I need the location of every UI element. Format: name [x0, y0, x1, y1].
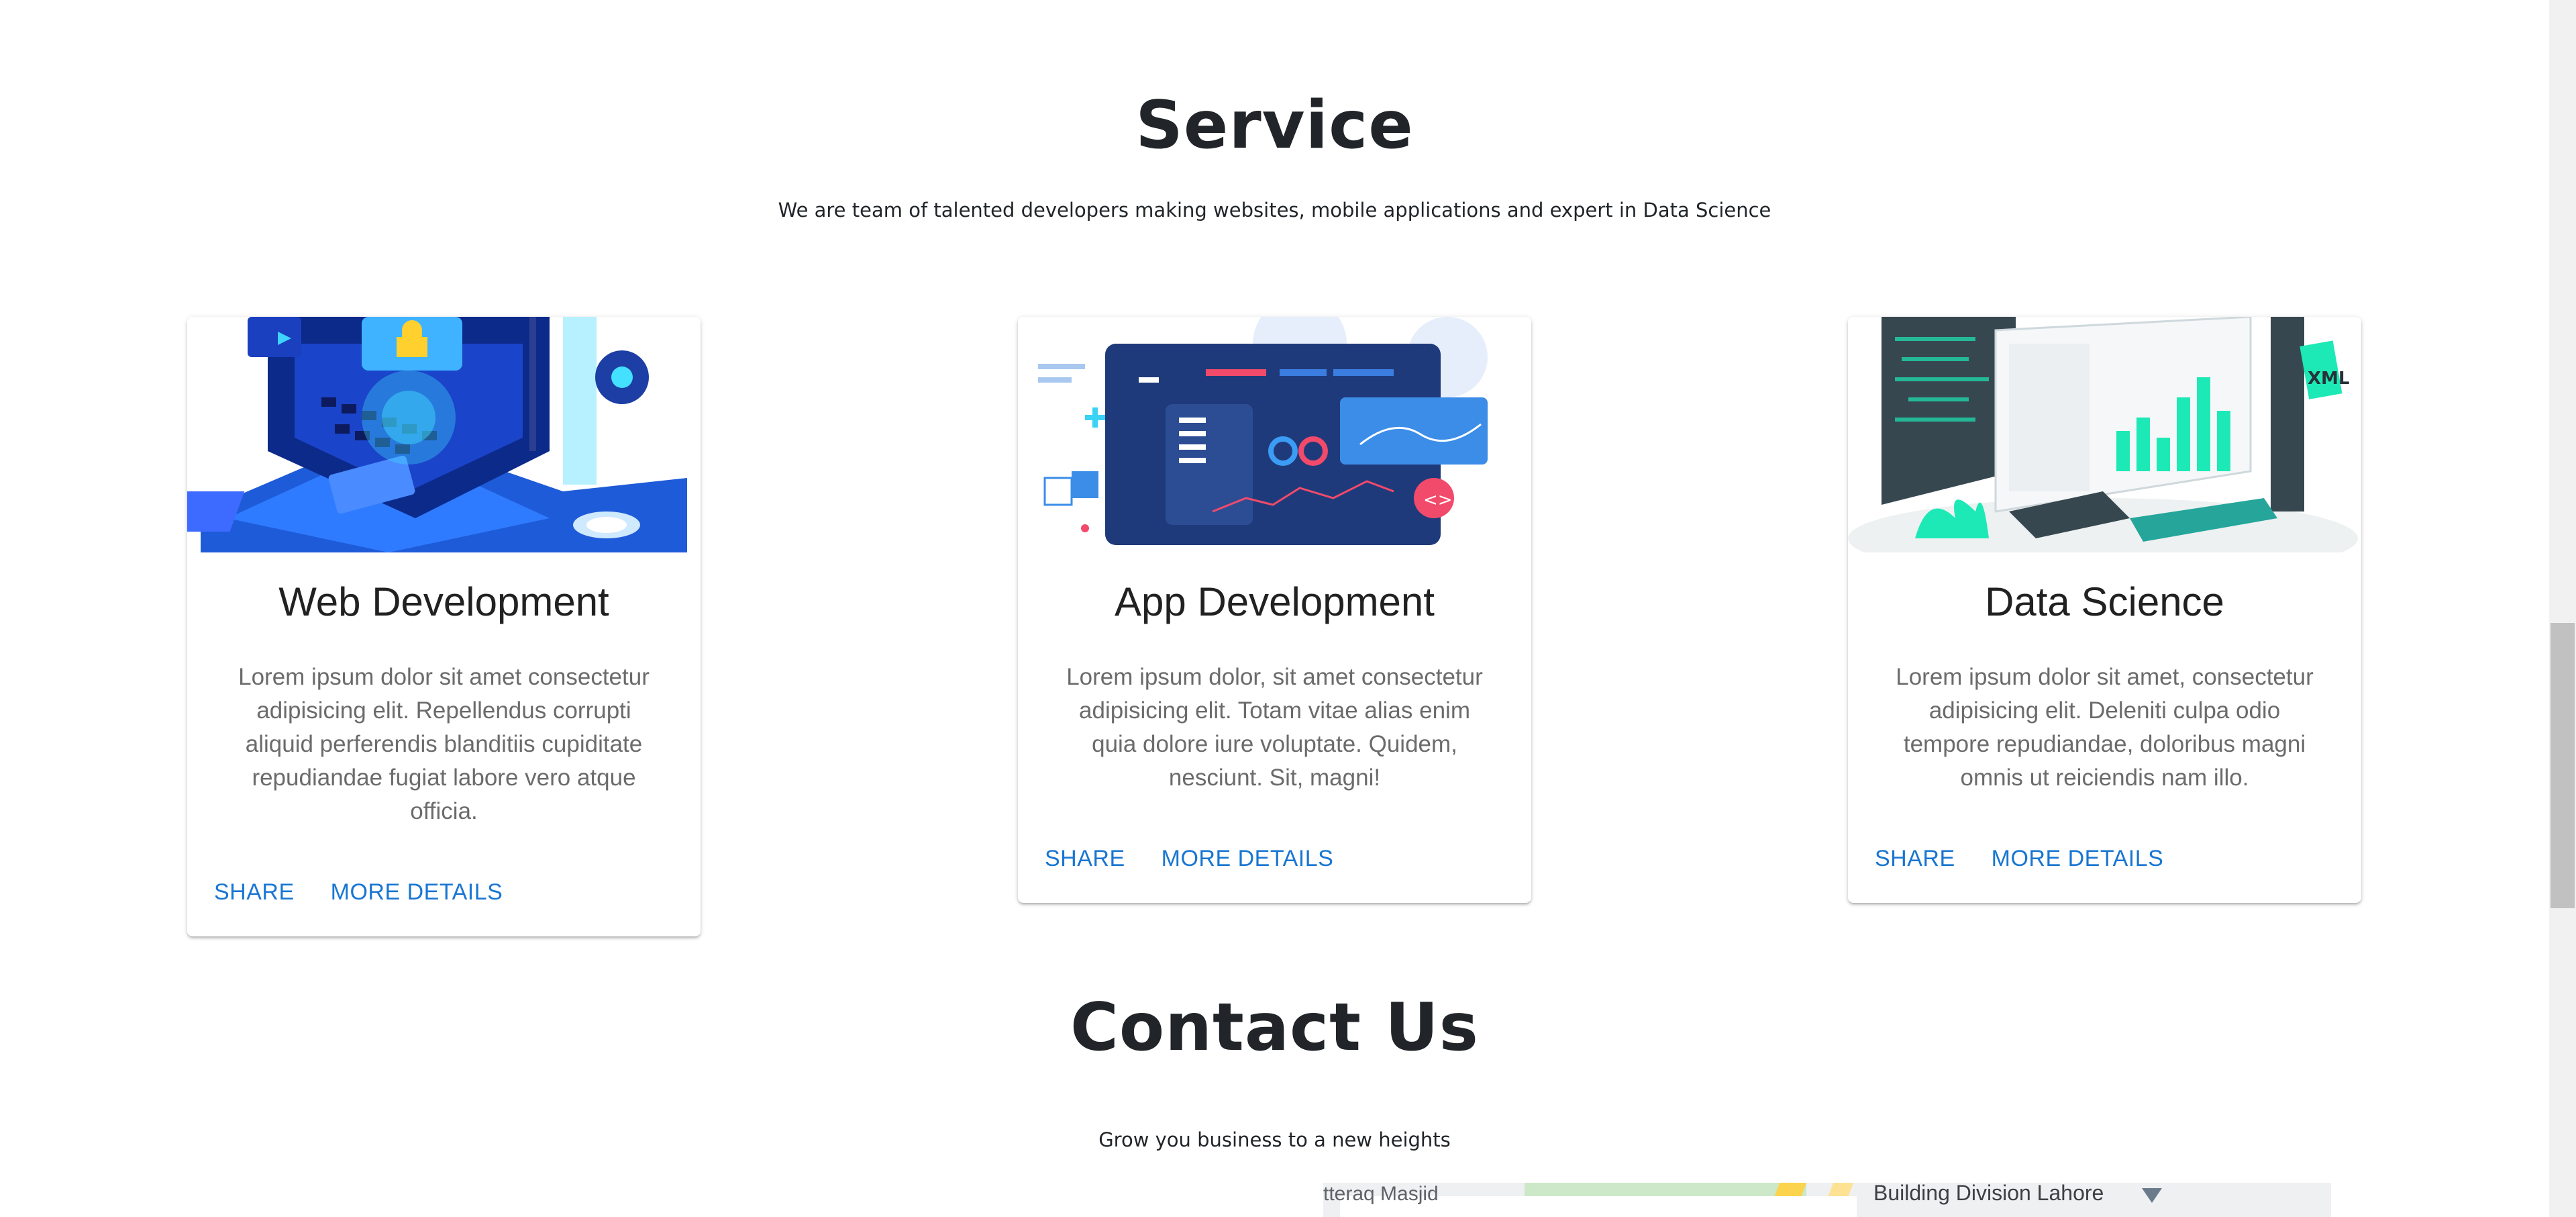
service-subtitle: We are team of talented developers makin… [778, 199, 1771, 222]
card-description: Lorem ipsum dolor sit amet, consectetur … [1896, 664, 2314, 791]
more-details-button[interactable]: MORE DETAILS [331, 879, 503, 906]
map-label-masjid: tteraq Masjid [1323, 1183, 1439, 1205]
service-card-app-development: <> App Development Lorem ipsum dolor, si… [1018, 317, 1531, 903]
card-description: Lorem ipsum dolor sit amet consectetur a… [238, 664, 650, 824]
share-button[interactable]: SHARE [1875, 846, 1955, 872]
scrollbar-thumb[interactable] [2551, 623, 2575, 908]
card-description: Lorem ipsum dolor, sit amet consectetur … [1066, 664, 1483, 791]
service-card-web-development: Web Development Lorem ipsum dolor sit am… [187, 317, 701, 936]
card-title: Web Development [278, 579, 609, 624]
card-title: App Development [1115, 579, 1435, 624]
page: Service We are team of talented develope… [0, 0, 2576, 1217]
more-details-button[interactable]: MORE DETAILS [1162, 846, 1334, 872]
service-card-data-science: XML Data Science Lorem ipsum dolor sit a… [1848, 317, 2361, 903]
card-actions: SHARE MORE DETAILS [214, 879, 503, 906]
card-actions: SHARE MORE DETAILS [1875, 846, 2163, 872]
svg-text:<>: <> [1423, 490, 1453, 510]
web-development-illustration [187, 317, 701, 552]
share-button[interactable]: SHARE [1045, 846, 1125, 872]
scrollbar[interactable] [2549, 0, 2576, 1217]
svg-text:XML: XML [2308, 369, 2350, 389]
share-button[interactable]: SHARE [214, 879, 295, 906]
card-actions: SHARE MORE DETAILS [1045, 846, 1333, 872]
map-label-building-division: Building Division Lahore [1873, 1183, 2104, 1205]
contact-title: Contact Us [1070, 989, 1479, 1066]
map-embed[interactable]: tteraq Masjid Building Division Lahore [1323, 1183, 2331, 1217]
service-title: Service [1135, 87, 1414, 164]
contact-subtitle: Grow you business to a new heights [1098, 1128, 1451, 1151]
app-development-illustration: <> [1018, 317, 1531, 552]
card-title: Data Science [1985, 579, 2224, 624]
data-science-illustration: XML [1848, 317, 2361, 552]
more-details-button[interactable]: MORE DETAILS [1992, 846, 2164, 872]
